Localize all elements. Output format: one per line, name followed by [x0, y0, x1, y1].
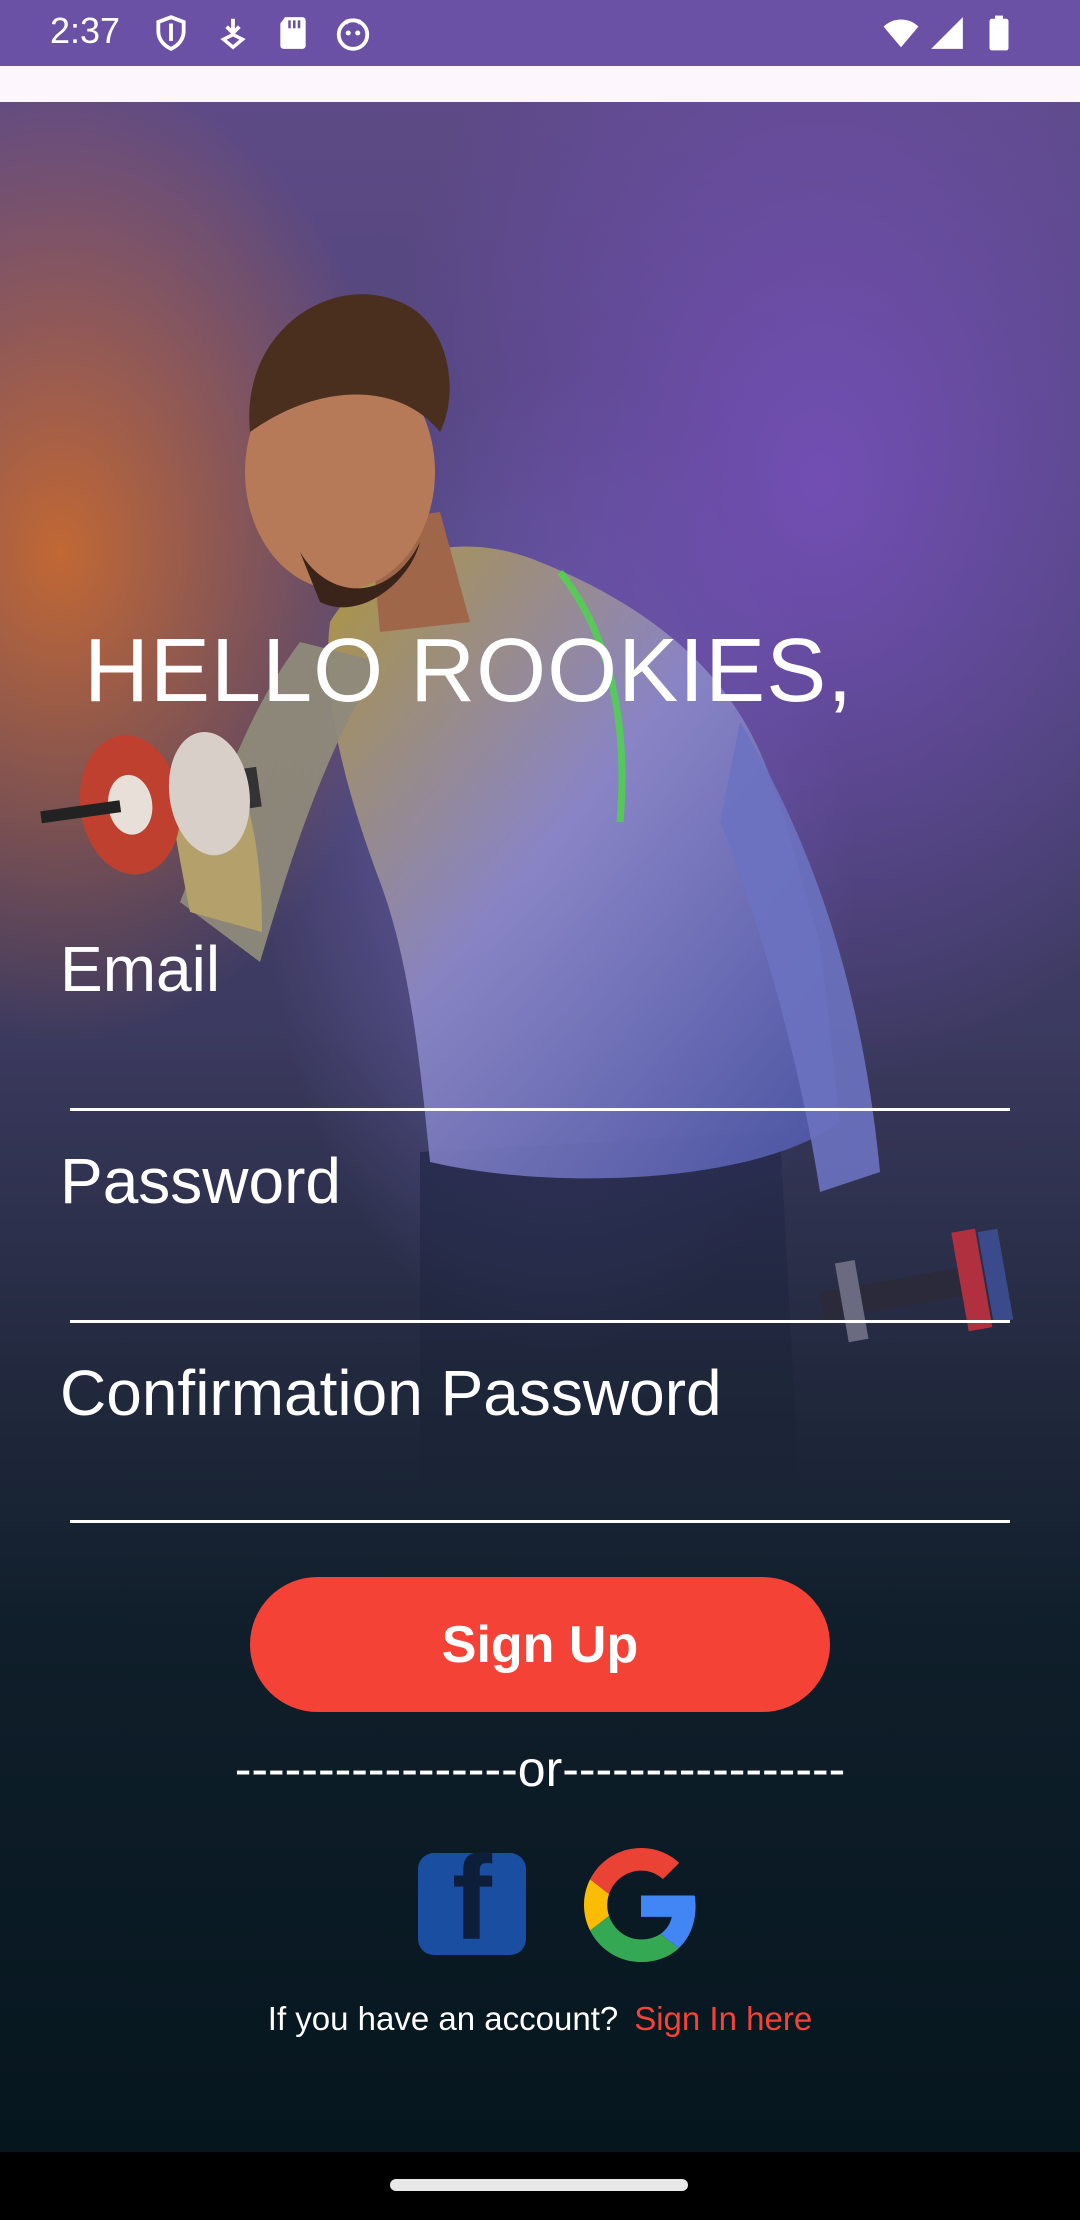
email-underline	[70, 1108, 1010, 1111]
or-divider: -----------------or-----------------	[234, 1741, 846, 1797]
signin-prompt: If you have an account?	[267, 2000, 619, 2037]
password-underline	[70, 1320, 1010, 1323]
status-bar: 2:37	[0, 0, 1080, 66]
page-title: HELLO ROOKIES,	[84, 621, 854, 721]
battery-icon	[989, 15, 1009, 51]
signin-link[interactable]: Sign In here	[634, 2000, 812, 2037]
signup-button[interactable]: Sign Up	[250, 1577, 830, 1712]
facebook-glyph: f	[452, 1831, 492, 1965]
app-bar	[0, 66, 1080, 102]
password-field[interactable]	[60, 1142, 1014, 1324]
signin-row: If you have an account? Sign In here	[0, 2000, 1080, 2038]
email-field[interactable]	[60, 930, 1014, 1112]
signal-icon	[931, 17, 963, 49]
home-gesture-handle[interactable]	[390, 2179, 688, 2191]
facebook-icon[interactable]: f	[418, 1831, 526, 1965]
android-face-icon	[336, 18, 370, 51]
download-icon	[220, 18, 246, 50]
shield-icon	[156, 15, 186, 51]
wifi-icon	[883, 19, 919, 48]
confirm-password-field[interactable]	[60, 1354, 1014, 1536]
confirm-password-underline	[70, 1520, 1010, 1523]
sd-card-icon	[280, 17, 306, 49]
google-icon[interactable]	[584, 1848, 698, 1962]
navigation-bar	[0, 2152, 1080, 2220]
status-time: 2:37	[50, 10, 121, 51]
